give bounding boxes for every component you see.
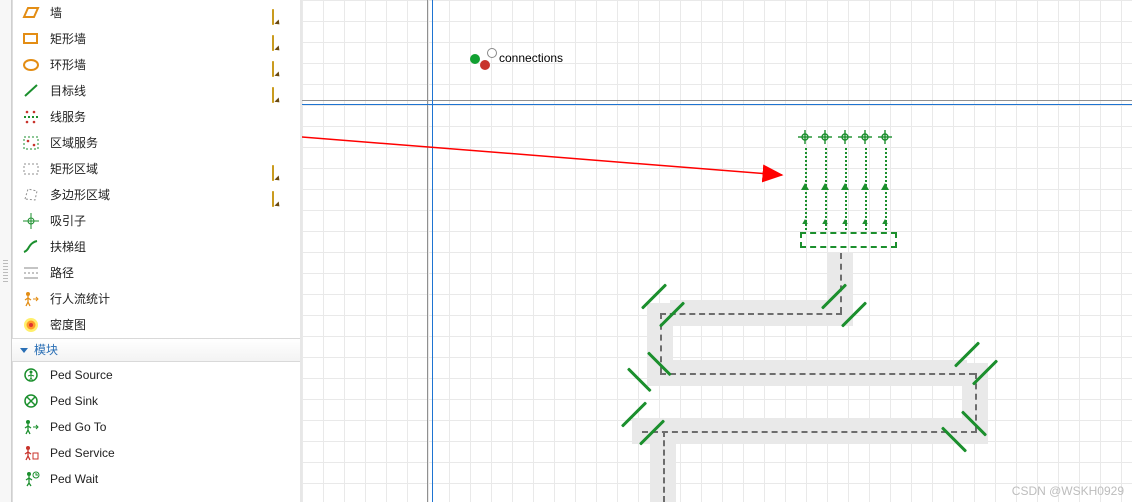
model-canvas[interactable]: connections	[302, 0, 1132, 502]
app-root: 墙 矩形墙 环形墙 目标线	[0, 0, 1132, 502]
connections-node-icon[interactable]	[487, 48, 497, 58]
edit-icon[interactable]	[272, 4, 290, 22]
palette-item-label: Ped Service	[50, 440, 115, 466]
palette-item-flowstat[interactable]: 行人流统计	[12, 286, 300, 312]
queue-arrowhead-icon	[801, 183, 809, 190]
pedsource-icon	[22, 366, 40, 384]
service-target-icons	[797, 128, 897, 146]
lineservice-icon	[22, 108, 40, 126]
palette-item-label: 扶梯组	[50, 234, 86, 260]
edit-icon[interactable]	[272, 160, 290, 178]
path-icon	[22, 264, 40, 282]
palette-item-path[interactable]: 路径	[12, 260, 300, 286]
selection-guide-h	[302, 104, 1132, 105]
palette-item-wall[interactable]: 墙	[12, 0, 300, 26]
queue-centerline	[660, 313, 842, 315]
palette-item-label: Ped Source	[50, 362, 113, 388]
selection-guide-v	[432, 0, 433, 502]
queue-centerline	[660, 373, 975, 375]
palette-item-label: 吸引子	[50, 208, 86, 234]
palette-item-polyarea[interactable]: 多边形区域	[12, 182, 300, 208]
connections-node-icon[interactable]	[470, 54, 480, 64]
queue-arrowhead-icon	[822, 219, 828, 224]
queue-arrowhead-icon	[862, 219, 868, 224]
palette-item-label: 路径	[50, 260, 74, 286]
queue-arrowhead-icon	[881, 183, 889, 190]
wall-icon	[22, 4, 40, 22]
palette-item-lineservice[interactable]: 线服务	[12, 104, 300, 130]
connections-label[interactable]: connections	[499, 51, 563, 65]
axis-vertical	[427, 0, 428, 502]
palette-item-pedwait[interactable]: Ped Wait	[12, 466, 300, 492]
queue-centerline	[840, 253, 842, 313]
palette-panel: 墙 矩形墙 环形墙 目标线	[0, 0, 302, 502]
palette-item-label: 环形墙	[50, 52, 86, 78]
palette-item-rectarea[interactable]: 矩形区域	[12, 156, 300, 182]
edit-icon[interactable]	[272, 30, 290, 48]
palette-item-ringwall[interactable]: 环形墙	[12, 52, 300, 78]
palette-item-rectwall[interactable]: 矩形墙	[12, 26, 300, 52]
service-line-base[interactable]	[800, 232, 897, 248]
palette-item-label: 矩形区域	[50, 156, 98, 182]
palette-item-pedservice[interactable]: Ped Service	[12, 440, 300, 466]
palette-item-pedsink[interactable]: Ped Sink	[12, 388, 300, 414]
pedgoto-icon	[22, 418, 40, 436]
polyarea-icon	[22, 186, 40, 204]
queue-centerline	[642, 431, 977, 433]
queue-arrowhead-icon	[841, 183, 849, 190]
palette-item-label: 目标线	[50, 78, 86, 104]
palette-item-targetline[interactable]: 目标线	[12, 78, 300, 104]
edit-icon[interactable]	[272, 82, 290, 100]
palette-item-label: 密度图	[50, 312, 86, 338]
pedwait-icon	[22, 470, 40, 488]
palette-item-escalator[interactable]: 扶梯组	[12, 234, 300, 260]
palette-item-attractor[interactable]: 吸引子	[12, 208, 300, 234]
palette-item-label: Ped Sink	[50, 388, 98, 414]
chevron-down-icon	[20, 348, 28, 353]
palette-item-label: Ped Wait	[50, 466, 98, 492]
edit-icon[interactable]	[272, 186, 290, 204]
palette-item-pedsource[interactable]: Ped Source	[12, 362, 300, 388]
palette-item-areaservice[interactable]: 区域服务	[12, 130, 300, 156]
palette-item-pedgoto[interactable]: Ped Go To	[12, 414, 300, 440]
edit-icon[interactable]	[272, 56, 290, 74]
density-icon	[22, 316, 40, 334]
palette-item-label: Ped Go To	[50, 414, 106, 440]
palette-item-label: 多边形区域	[50, 182, 110, 208]
palette-section-blocks[interactable]: 模块	[12, 338, 300, 362]
queue-arrowhead-icon	[861, 183, 869, 190]
queue-arrowhead-icon	[882, 219, 888, 224]
pedservice-icon	[22, 444, 40, 462]
palette-item-label: 矩形墙	[50, 26, 86, 52]
ringwall-icon	[22, 56, 40, 74]
palette-item-label: 行人流统计	[50, 286, 110, 312]
targetline-icon	[22, 82, 40, 100]
queue-arrowhead-icon	[802, 219, 808, 224]
pedsink-icon	[22, 392, 40, 410]
areaservice-icon	[22, 134, 40, 152]
rectarea-icon	[22, 160, 40, 178]
queue-centerline	[663, 431, 665, 502]
watermark: CSDN @WSKH0929	[1012, 484, 1124, 498]
palette-item-label: 区域服务	[50, 130, 98, 156]
connections-node-icon[interactable]	[480, 60, 490, 70]
escalator-icon	[22, 238, 40, 256]
rectwall-icon	[22, 30, 40, 48]
palette-item-density[interactable]: 密度图	[12, 312, 300, 338]
flowstat-icon	[22, 290, 40, 308]
section-title: 模块	[34, 339, 58, 361]
palette-item-label: 线服务	[50, 104, 86, 130]
attractor-icon	[22, 212, 40, 230]
palette-item-label: 墙	[50, 0, 62, 26]
queue-arrowhead-icon	[842, 219, 848, 224]
queue-arrowhead-icon	[821, 183, 829, 190]
